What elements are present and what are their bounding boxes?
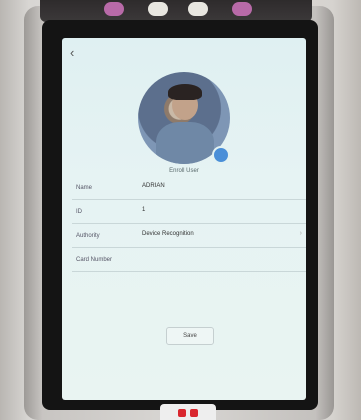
brand-logo bbox=[160, 404, 216, 420]
device-top-camera bbox=[40, 0, 312, 22]
id-value[interactable]: 1 bbox=[142, 207, 145, 213]
name-value[interactable]: ADRIAN bbox=[142, 183, 165, 189]
card-number-label: Card Number bbox=[76, 257, 113, 263]
save-button[interactable]: Save bbox=[166, 327, 214, 345]
name-label: Name bbox=[76, 185, 93, 191]
user-form: Name ADRIAN ID 1 Authority Device Recogn… bbox=[72, 176, 306, 272]
back-button[interactable]: ‹ bbox=[70, 45, 74, 60]
authority-value[interactable]: Device Recognition bbox=[142, 231, 194, 237]
card-number-row[interactable]: Card Number bbox=[72, 248, 306, 272]
name-row[interactable]: Name ADRIAN bbox=[72, 176, 306, 200]
device-screen: ‹ Enroll User Name ADRIAN ID 1 Authority… bbox=[62, 38, 306, 400]
chevron-right-icon: › bbox=[299, 230, 302, 237]
authority-row[interactable]: Authority Device Recognition › bbox=[72, 224, 306, 248]
id-row[interactable]: ID 1 bbox=[72, 200, 306, 224]
photo-edit-icon[interactable] bbox=[212, 146, 230, 164]
page-caption: Enroll User bbox=[169, 168, 199, 174]
id-label: ID bbox=[76, 209, 82, 215]
authority-label: Authority bbox=[76, 233, 100, 239]
chevron-left-icon: ‹ bbox=[70, 45, 75, 60]
